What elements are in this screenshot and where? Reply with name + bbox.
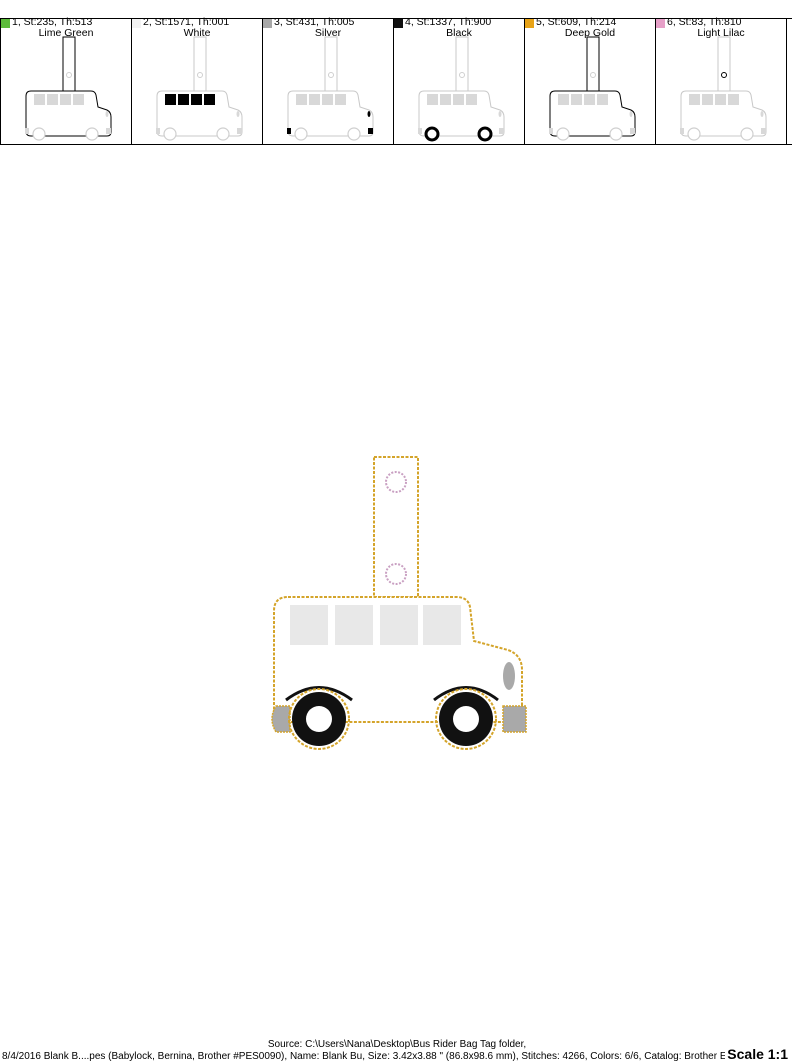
color-step-4: 4, St:1337, Th:900 Black (394, 17, 525, 144)
window-2 (335, 605, 373, 645)
source-path: Source: C:\Users\Nana\Desktop\Bus Rider … (267, 1039, 527, 1050)
rear-bumper (271, 705, 291, 733)
color-step-2: 2, St:1571, Th:001 White (132, 17, 263, 144)
step-thumbnail (25, 36, 112, 141)
tag-tab (373, 456, 419, 598)
headlight (503, 662, 515, 690)
step-thumbnail (680, 36, 767, 141)
bus-tag-design (271, 456, 527, 750)
color-step-5: 5, St:609, Th:214 Deep Gold (525, 17, 656, 144)
window-3 (380, 605, 418, 645)
window-4 (423, 605, 461, 645)
color-step-6: 6, St:83, Th:810 Light Lilac (656, 17, 787, 144)
step-thumbnail (549, 36, 636, 141)
front-hubcap (453, 706, 479, 732)
scale-label: Scale 1:1 (725, 1046, 788, 1062)
step-thumbnail (418, 36, 505, 142)
rear-hubcap (306, 706, 332, 732)
design-preview (0, 145, 794, 1035)
step-thumbnail (287, 36, 374, 141)
color-sequence-strip: 1, St:235, Th:513 Lime Green 2, St:1571, T… (0, 17, 792, 145)
design-details: 8/4/2016 Blank B....pes (Babylock, Berni… (2, 1051, 771, 1062)
color-step-3: 3, St:431, Th:005 Silver (263, 17, 394, 144)
front-bumper (502, 705, 527, 733)
file-info-footer: Source: C:\Users\Nana\Desktop\Bus Rider … (0, 1037, 794, 1062)
color-step-1: 1, St:235, Th:513 Lime Green (0, 17, 132, 144)
window-1 (290, 605, 328, 645)
step-thumbnail (156, 36, 243, 141)
